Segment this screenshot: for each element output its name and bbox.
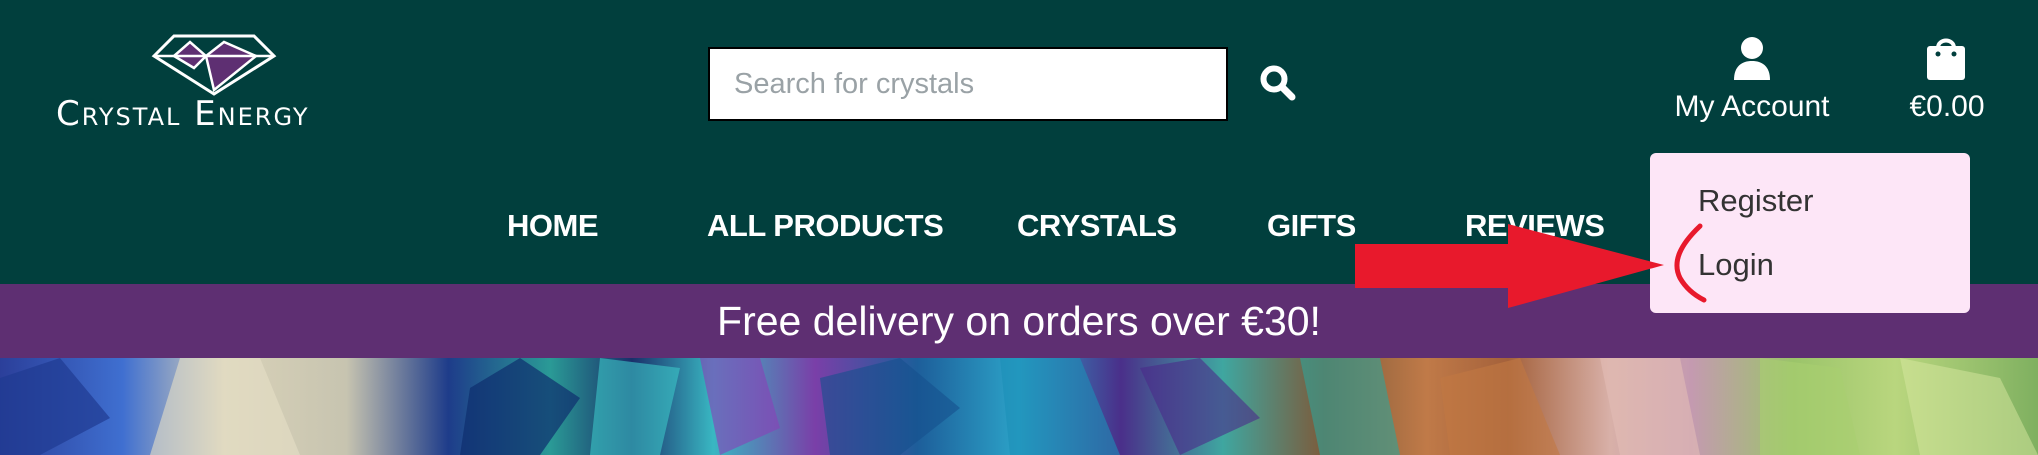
search-button[interactable] bbox=[1258, 63, 1302, 107]
search-icon bbox=[1260, 65, 1296, 101]
my-account-button[interactable]: My Account bbox=[1672, 32, 1832, 132]
shopping-bag-icon bbox=[1927, 38, 1965, 80]
nav-reviews[interactable]: REVIEWS bbox=[1465, 208, 1605, 244]
register-link[interactable]: Register bbox=[1698, 183, 1813, 219]
nav-all-products[interactable]: ALL PRODUCTS bbox=[707, 208, 944, 244]
account-dropdown-menu: Register Login bbox=[1650, 153, 1970, 313]
my-account-label: My Account bbox=[1674, 90, 1830, 123]
hero-crystal-image bbox=[0, 358, 2038, 455]
nav-gifts[interactable]: GIFTS bbox=[1267, 208, 1356, 244]
search-input[interactable] bbox=[710, 49, 1226, 119]
crystal-shards-graphic bbox=[0, 358, 2038, 455]
nav-crystals[interactable]: CRYSTALS bbox=[1017, 208, 1177, 244]
login-link[interactable]: Login bbox=[1698, 247, 1774, 283]
brand-logo[interactable]: Crystal Energy bbox=[56, 32, 376, 142]
brand-name: Crystal Energy bbox=[56, 94, 310, 134]
gem-logo-icon bbox=[151, 34, 277, 96]
cart-total: €0.00 bbox=[1909, 90, 1985, 123]
user-icon bbox=[1734, 37, 1770, 80]
search-box bbox=[708, 47, 1228, 121]
nav-home[interactable]: HOME bbox=[507, 208, 599, 244]
cart-button[interactable]: €0.00 bbox=[1892, 32, 2002, 132]
